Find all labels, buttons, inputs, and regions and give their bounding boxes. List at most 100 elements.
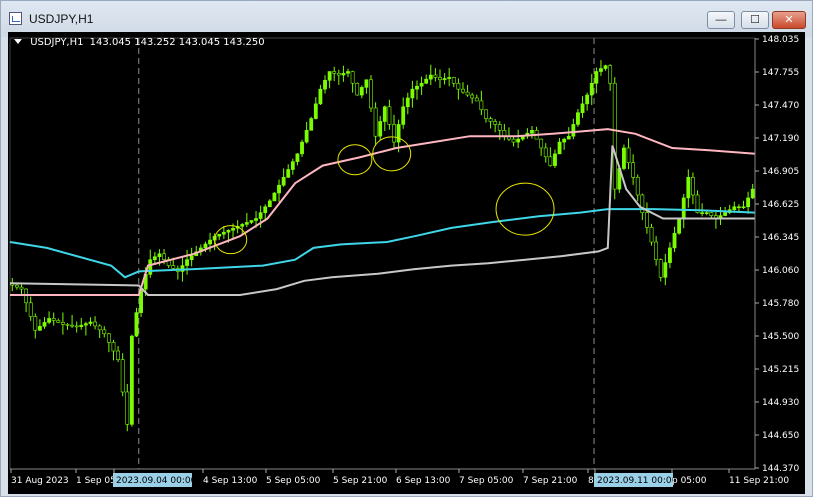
candle-body xyxy=(346,71,350,74)
candle-body xyxy=(60,322,65,325)
time-tick-label: 5 Sep 21:00 xyxy=(333,476,388,486)
candle-body xyxy=(442,78,447,81)
candle-body xyxy=(189,255,194,260)
candle-body xyxy=(162,253,166,260)
maximize-button[interactable]: ☐ xyxy=(741,11,769,29)
candle-body xyxy=(405,97,410,108)
candle-body xyxy=(428,74,433,80)
candle-body xyxy=(93,321,97,327)
candle-body xyxy=(709,212,714,216)
candle-body xyxy=(465,91,470,96)
chart-canvas[interactable]: 148.035 147.755 147.470 147.190 146.905 146.6… xyxy=(8,32,805,494)
candle-body xyxy=(359,87,364,96)
candle-body xyxy=(373,107,378,137)
candle-body xyxy=(56,320,61,323)
candle-body xyxy=(631,162,636,178)
candle-body xyxy=(415,85,419,90)
minimize-button[interactable]: — xyxy=(707,11,735,29)
candle-body xyxy=(723,212,728,216)
candle-body xyxy=(691,177,695,196)
candle-body xyxy=(488,118,493,122)
indicator-line-3 xyxy=(9,145,755,296)
candle-body xyxy=(19,286,24,290)
candle-body xyxy=(42,322,47,327)
candle-body xyxy=(79,324,84,328)
candle-body xyxy=(668,247,672,263)
candle-body xyxy=(152,256,157,260)
candle-body xyxy=(37,326,42,331)
candle-body xyxy=(470,94,475,99)
candle-body xyxy=(672,232,677,249)
price-tick-label: 147.190 xyxy=(762,134,799,144)
candle-body xyxy=(185,259,189,266)
chart-menu-arrow-icon[interactable] xyxy=(14,39,22,44)
close-button[interactable]: ✕ xyxy=(772,11,806,29)
candle-body xyxy=(88,321,93,324)
candle-body xyxy=(530,130,534,134)
candle-body xyxy=(134,312,139,337)
candle-body xyxy=(649,227,654,243)
time-highlight-label: 2023.09.04 00:00 xyxy=(116,476,197,486)
candle-body xyxy=(419,82,424,87)
price-tick-label: 145.215 xyxy=(762,365,799,375)
candle-body xyxy=(286,169,291,178)
candle-body xyxy=(332,71,337,74)
candle-body xyxy=(281,177,286,186)
candle-body xyxy=(557,141,562,155)
candle-body xyxy=(217,233,222,237)
candle-body xyxy=(277,184,281,194)
candle-body xyxy=(364,79,369,88)
candle-body xyxy=(148,259,153,275)
candle-body xyxy=(369,79,373,109)
candle-body xyxy=(258,212,263,219)
candle-body xyxy=(263,206,268,213)
time-tick-label: 4 Sep 13:00 xyxy=(203,476,258,486)
candle-body xyxy=(97,325,102,331)
time-tick-label: 1 Sep 05 xyxy=(76,476,116,486)
candle-body xyxy=(355,82,360,96)
candle-body xyxy=(318,88,323,105)
candle-body xyxy=(336,72,341,76)
candle-body xyxy=(511,138,516,143)
candle-body xyxy=(736,206,741,209)
candle-body xyxy=(548,156,553,166)
candle-body xyxy=(309,118,314,131)
candle-body xyxy=(681,197,686,219)
candle-body xyxy=(70,324,74,327)
candle-body xyxy=(562,138,567,143)
candle-body xyxy=(341,72,346,76)
plot-frame xyxy=(9,37,756,470)
time-highlight-label: 2023.09.11 00:00 xyxy=(597,476,678,486)
time-tick-label: p 05:00 xyxy=(672,476,707,486)
candle-body xyxy=(516,138,521,143)
candle-body xyxy=(240,224,245,227)
candle-body xyxy=(290,161,295,170)
candle-body xyxy=(272,192,277,202)
candle-body xyxy=(484,109,488,119)
candle-body xyxy=(589,82,594,96)
candle-body xyxy=(447,77,452,79)
candle-body xyxy=(47,318,51,323)
candle-body xyxy=(267,200,272,208)
candle-body xyxy=(171,265,176,269)
candle-body xyxy=(401,106,406,125)
candle-body xyxy=(456,82,461,90)
annotation-circle-2 xyxy=(337,144,373,176)
candle-body xyxy=(608,65,613,84)
candle-body xyxy=(387,106,392,125)
price-tick-label: 144.370 xyxy=(762,464,799,474)
candle-body xyxy=(424,78,429,84)
candle-body xyxy=(111,342,116,352)
candle-body xyxy=(323,80,327,90)
time-tick-label: 11 Sep 21:00 xyxy=(729,476,789,486)
chart-symbol: USDJPY,H1 xyxy=(30,37,84,48)
candle-body xyxy=(244,222,249,225)
candle-body xyxy=(479,100,484,111)
candle-body xyxy=(254,218,258,221)
candle-body xyxy=(686,177,691,199)
candle-body xyxy=(28,302,33,317)
price-chart[interactable]: 148.035 147.755 147.470 147.190 146.905 146.6… xyxy=(8,32,805,494)
candle-body xyxy=(461,88,465,93)
candle-body xyxy=(120,359,125,393)
price-tick-label: 144.930 xyxy=(762,398,799,408)
